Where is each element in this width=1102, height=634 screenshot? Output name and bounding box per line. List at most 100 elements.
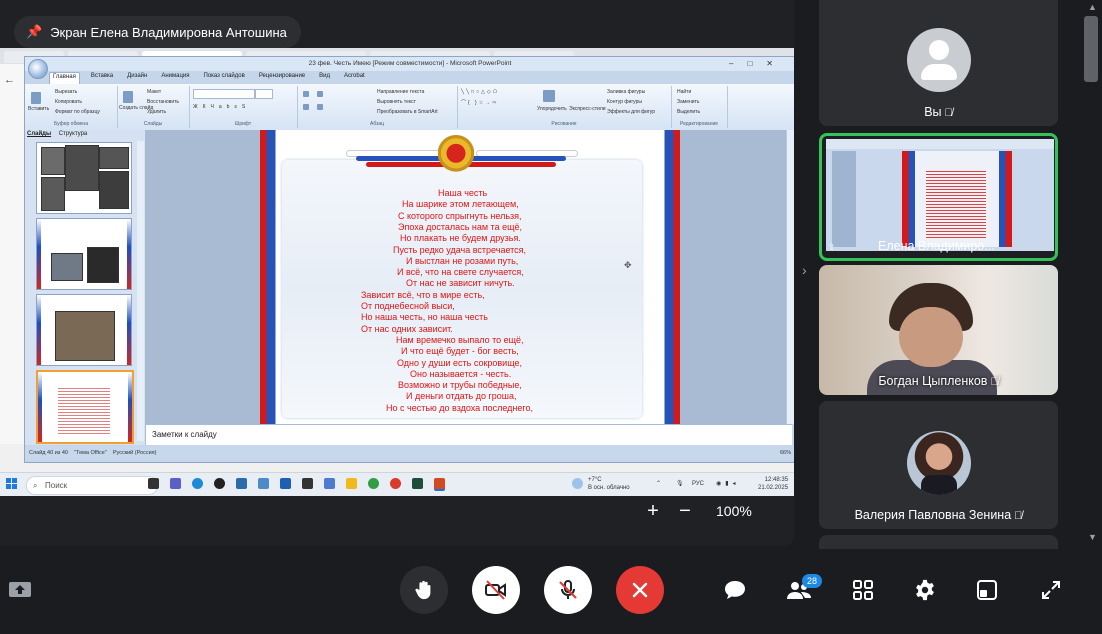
bullets-icon[interactable] [303,91,309,97]
delete-slide-button[interactable]: Удалить [147,109,166,115]
format-painter-button[interactable]: Формат по образцу [55,109,100,115]
panel-tab-slides[interactable]: Слайды [27,131,51,137]
slides-panel-scrollbar[interactable] [137,141,144,441]
smartart-button[interactable]: Преобразовать в SmartArt [377,109,438,115]
app-icon[interactable] [280,478,291,489]
window-controls-icon[interactable]: ‒□✕ [729,57,787,71]
screen-share-stage[interactable]: 📌 Экран Елена Владимировна Антошина ← 23… [0,0,794,546]
zoom-out-button[interactable]: − [672,497,698,525]
zoom-in-button[interactable]: + [640,497,666,525]
poem-text[interactable]: Наша честь На шарике этом летающем, С ко… [300,188,640,424]
windows-start-icon[interactable] [6,478,18,490]
settings-button[interactable] [911,576,939,604]
align-center-icon[interactable] [317,104,323,110]
slide-scrollbar[interactable] [786,130,794,424]
raise-hand-button[interactable] [400,566,448,614]
weather-widget[interactable]: +7°C В осн. облачно [588,476,630,492]
chrome-icon[interactable] [368,478,379,489]
microphone-toggle-button[interactable] [544,566,592,614]
ribbon-tab-view[interactable]: Вид [316,72,333,84]
participant-name-wrap: Валерия Павловна Зенина 🎙̸ [819,508,1058,522]
quick-styles-button[interactable]: Экспресс-стили [569,106,606,112]
paste-button[interactable]: Вставить [28,106,49,112]
back-arrow-icon[interactable]: ← [4,74,15,86]
powerpoint-taskbar-icon[interactable] [434,478,445,491]
task-view-icon[interactable] [148,478,159,489]
panel-tab-outline[interactable]: Структура [59,131,87,137]
microphone-tray-icon[interactable]: 🎙 [676,480,684,488]
participants-scrollbar[interactable]: ▲ ▼ [1084,0,1102,546]
fullscreen-button[interactable] [1037,576,1065,604]
ribbon-tab-insert[interactable]: Вставка [88,72,116,84]
pin-icon[interactable]: 📌 [26,24,42,40]
slide-thumbnail[interactable]: 38 [36,218,132,290]
app-icon[interactable] [412,478,423,489]
ribbon-tab-slideshow[interactable]: Показ слайдов [201,72,248,84]
status-zoom[interactable]: 66% [780,446,791,460]
share-screen-button[interactable] [8,579,32,601]
cut-button[interactable]: Вырезать [55,89,77,95]
ribbon-tab-home[interactable]: Главная [49,72,80,84]
teams-icon[interactable] [170,478,181,489]
chat-button[interactable] [721,576,749,604]
copy-button[interactable]: Копировать [55,99,82,105]
file-explorer-icon[interactable] [346,478,357,489]
shapes-gallery[interactable]: ╲╲□○△◇⬠ [461,89,499,95]
app-icon[interactable] [214,478,225,489]
layout-grid-button[interactable] [849,576,877,604]
participant-tile[interactable]: Валерия Павловна Зенина 🎙̸ [819,401,1058,529]
paste-icon[interactable] [31,92,41,104]
shape-effects-button[interactable]: Эффекты для фигур [607,109,655,115]
tray-clock[interactable]: 12:48:35 21.02.2025 [758,476,788,492]
participant-tile-video[interactable]: Богдан Цыпленков 🎙̸ [819,265,1058,395]
replace-button[interactable]: Заменить [677,99,699,105]
align-text-button[interactable]: Выровнять текст [377,99,416,105]
scrollbar-thumb[interactable] [1084,16,1098,82]
font-format-buttons[interactable]: ЖКЧabsS [193,104,250,110]
slide-thumbnail[interactable]: 39 [36,294,132,366]
new-slide-icon[interactable] [123,91,133,103]
app-icon[interactable] [324,478,335,489]
tray-language[interactable]: РУС [692,480,704,488]
font-size-field[interactable] [255,89,273,99]
ribbon-tab-animation[interactable]: Анимация [158,72,192,84]
taskbar-search-input[interactable]: ⌕ Поиск [26,476,158,495]
shapes-gallery-row2[interactable]: ⌒{ }☆→⇨ [461,99,498,106]
app-icon[interactable] [302,478,313,489]
ribbon-tab-review[interactable]: Рецензирование [256,72,308,84]
ribbon-tab-acrobat[interactable]: Acrobat [341,72,368,84]
browser-icon[interactable] [390,478,401,489]
current-slide[interactable]: Наша честь На шарике этом летающем, С ко… [260,130,680,424]
app-icon[interactable] [258,478,269,489]
participant-tile-partial[interactable] [819,535,1058,549]
camera-toggle-button[interactable] [472,566,520,614]
office-button-icon[interactable] [28,59,48,79]
select-button[interactable]: Выделить [677,109,700,115]
numbering-icon[interactable] [317,91,323,97]
layout-button[interactable]: Макет [147,89,161,95]
end-call-button[interactable] [616,566,664,614]
store-icon[interactable] [236,478,247,489]
font-name-field[interactable] [193,89,255,99]
tray-network-volume-icons[interactable]: ◉▮◂ [716,480,740,488]
edge-icon[interactable] [192,478,203,489]
shape-fill-button[interactable]: Заливка фигуры [607,89,645,95]
tray-chevron-icon[interactable]: ⌃ [656,480,661,488]
notes-field[interactable]: Заметки к слайду [146,424,792,445]
shape-outline-button[interactable]: Контур фигуры [607,99,642,105]
collapse-panel-chevron-icon[interactable]: › [802,262,807,278]
arrange-button[interactable]: Упорядочить [537,106,567,112]
ribbon-tab-design[interactable]: Дизайн [124,72,150,84]
reset-button[interactable]: Восстановить [147,99,179,105]
find-button[interactable]: Найти [677,89,691,95]
participant-tile-presenter[interactable]: ⇪ Елена Владимиро... [819,133,1058,261]
picture-in-picture-button[interactable] [973,576,1001,604]
slide-thumbnail[interactable]: 37 [36,142,132,214]
align-left-icon[interactable] [303,104,309,110]
scroll-up-icon[interactable]: ▲ [1088,2,1097,12]
slide-thumbnail-selected[interactable]: 40 [36,370,134,444]
scroll-down-icon[interactable]: ▼ [1088,532,1097,542]
arrange-icon[interactable] [543,90,555,102]
text-direction-button[interactable]: Направление текста [377,89,424,95]
participant-tile-self[interactable]: Вы 🎙̸ [819,0,1058,126]
